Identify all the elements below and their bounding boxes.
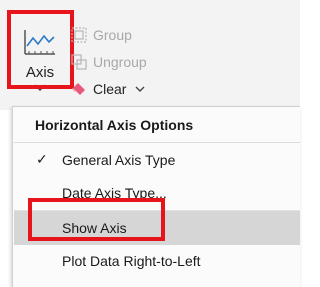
checkmark-icon: ✓ — [36, 151, 48, 167]
menu-item-plot-right-to-left[interactable]: Plot Data Right-to-Left — [14, 244, 300, 278]
menu-item-label: General Axis Type — [62, 152, 176, 168]
menu-item-general-axis-type[interactable]: ✓ General Axis Type — [14, 143, 300, 177]
group-label: Group — [93, 27, 132, 43]
ungroup-button[interactable]: Ungroup — [70, 50, 147, 74]
axis-highlight-box — [7, 10, 74, 89]
menu-header: Horizontal Axis Options — [35, 117, 194, 133]
menu-item-label: Plot Data Right-to-Left — [62, 253, 201, 269]
clear-button[interactable]: Clear — [70, 77, 145, 101]
ungroup-icon — [70, 53, 88, 71]
ungroup-label: Ungroup — [93, 54, 147, 70]
show-axis-highlight-box — [28, 198, 165, 241]
horizontal-axis-options-menu: Horizontal Axis Options ✓ General Axis T… — [12, 106, 300, 287]
group-icon — [70, 26, 88, 44]
eraser-icon — [70, 80, 88, 98]
ribbon: Axis Group Ungroup Clear — [0, 0, 300, 110]
group-button[interactable]: Group — [70, 23, 132, 47]
clear-label: Clear — [93, 81, 127, 97]
clear-dropdown-chevron-icon[interactable] — [135, 86, 145, 93]
